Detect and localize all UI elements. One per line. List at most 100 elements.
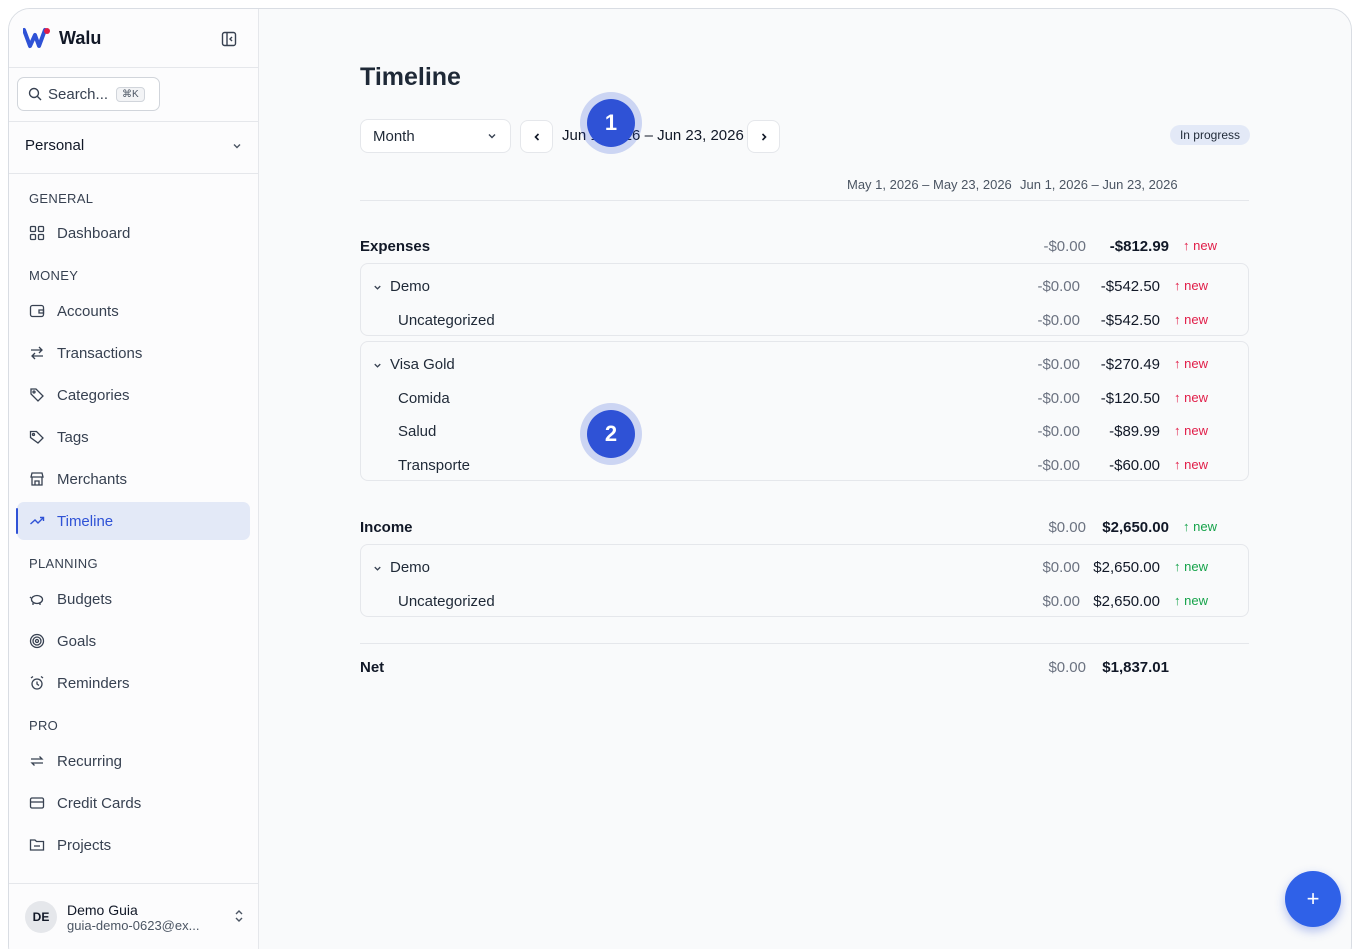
row-curr-value: $2,650.00 [1093,593,1160,610]
status-badge: In progress [1169,125,1250,145]
collapse-sidebar-icon[interactable] [221,31,237,47]
period-select[interactable]: Month [360,119,511,153]
change-label: new [1184,423,1208,438]
row-curr-value: -$270.49 [1100,356,1160,373]
chevron-down-icon[interactable] [372,360,383,371]
target-icon [29,633,45,649]
chevron-down-icon[interactable] [372,563,383,574]
transfer-icon [31,346,43,360]
chevron-down-icon [488,134,496,139]
main-content: Timeline Month Jun 1, 2026 – Jun 23, 202… [260,9,1351,949]
tags-icon [30,388,44,402]
sidebar-item-projects[interactable]: Projects [17,826,250,864]
divider [9,121,259,122]
chevron-left-icon [533,132,539,141]
group-row-demo[interactable]: Demo -$0.00 -$542.50 ↑ new [360,272,1249,302]
column-header-current: Jun 1, 2026 – Jun 23, 2026 [1020,177,1178,192]
sidebar-item-label: Reminders [57,674,130,692]
sidebar-item-transactions[interactable]: Transactions [17,334,250,372]
row-label: Salud [398,423,437,440]
expenses-total-row: Expenses -$0.00 -$812.99 ↑ new [360,232,1249,262]
row-prev-value: -$0.00 [1037,356,1080,373]
row-label: Transporte [398,457,470,474]
sidebar-item-accounts[interactable]: Accounts [17,292,250,330]
row-prev-value: $0.00 [1048,519,1086,536]
credit-card-icon [29,797,45,809]
user-email: guia-demo-0623@ex... [67,917,200,933]
row-label: Net [360,659,385,676]
change-indicator: ↑ new [1174,423,1208,438]
change-indicator: ↑ new [1174,278,1208,293]
sidebar-item-label: Timeline [57,512,114,530]
row-label: Uncategorized [398,312,495,329]
user-name: Demo Guia [67,901,138,918]
change-indicator: ↑ new [1183,519,1217,534]
chevron-down-icon[interactable] [372,282,383,293]
dashboard-icon [29,225,45,241]
sidebar-item-goals[interactable]: Goals [17,622,250,660]
divider [360,643,1249,644]
section-label-pro: PRO [29,718,59,733]
user-menu[interactable]: DE Demo Guia guia-demo-0623@ex... [25,901,245,933]
category-row-uncategorized: Uncategorized -$0.00 -$542.50 ↑ new [360,306,1249,336]
row-prev-value: $0.00 [1042,593,1080,610]
add-button[interactable]: + [1285,871,1341,927]
section-label-general: GENERAL [29,191,94,206]
change-label: new [1193,519,1217,534]
net-total-row: Net $0.00 $1,837.01 [360,653,1249,683]
sidebar-item-recurring[interactable]: Recurring [17,742,250,780]
alarm-icon [30,675,44,690]
search-input[interactable]: Search... ⌘K [17,77,160,111]
row-curr-value: -$60.00 [1109,457,1160,474]
row-label: Uncategorized [398,593,495,610]
row-label: Demo [390,278,431,295]
category-row-comida: Comida -$0.00 -$120.50 ↑ new [360,384,1249,414]
sidebar-item-tags[interactable]: Tags [17,418,250,456]
change-indicator: ↑ new [1174,356,1208,371]
sidebar-item-credit-cards[interactable]: Credit Cards [17,784,250,822]
divider [9,173,259,174]
change-indicator: ↑ new [1183,238,1217,253]
brand[interactable]: Walu [23,27,101,49]
next-period-button[interactable] [747,120,780,153]
app-name: Walu [59,27,102,48]
change-label: new [1184,593,1208,608]
sidebar-item-label: Merchants [57,470,128,488]
row-label: Expenses [360,238,431,255]
step-badge-1: 1 [587,99,635,147]
trend-icon [30,516,45,525]
change-indicator: ↑ new [1174,312,1208,327]
column-headers: May 1, 2026 – May 23, 2026 Jun 1, 2026 –… [360,177,1249,201]
column-header-previous: May 1, 2026 – May 23, 2026 [847,177,1012,192]
change-label: new [1184,457,1208,472]
workspace-select[interactable]: Personal [25,137,243,154]
sidebar-item-reminders[interactable]: Reminders [17,664,250,702]
search-placeholder: Search... [48,85,109,103]
workspace-label: Personal [25,137,85,154]
wallet-icon [29,304,45,318]
period-select-value: Month [373,127,415,145]
page-title: Timeline [360,63,461,91]
group-row-visa-gold[interactable]: Visa Gold -$0.00 -$270.49 ↑ new [360,350,1249,380]
row-label: Comida [398,390,450,407]
tag-icon [29,430,44,444]
divider [9,67,259,68]
group-row-demo-income[interactable]: Demo $0.00 $2,650.00 ↑ new [360,553,1249,583]
sidebar-item-label: Transactions [57,344,143,362]
change-indicator: ↑ new [1174,457,1208,472]
previous-period-button[interactable] [520,120,553,153]
chevron-up-down-icon [235,910,243,922]
change-label: new [1184,278,1208,293]
sidebar-item-timeline[interactable]: Timeline [16,502,250,540]
change-label: new [1184,390,1208,405]
repeat-icon [30,756,44,766]
store-icon [30,472,44,486]
chevron-down-icon [233,143,241,148]
change-label: new [1184,312,1208,327]
sidebar-item-label: Tags [57,428,89,446]
row-prev-value: -$0.00 [1037,312,1080,329]
sidebar-item-categories[interactable]: Categories [17,376,250,414]
sidebar-item-merchants[interactable]: Merchants [17,460,250,498]
sidebar-item-budgets[interactable]: Budgets [17,580,250,618]
sidebar-item-dashboard[interactable]: Dashboard [17,214,250,252]
